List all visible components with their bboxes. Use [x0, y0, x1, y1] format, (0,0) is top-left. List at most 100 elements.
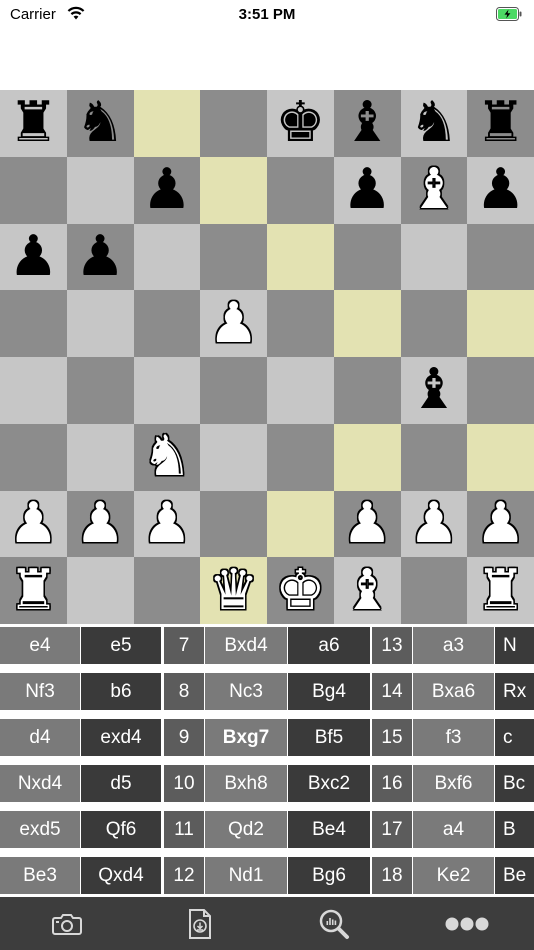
- black-knight-icon[interactable]: ♞: [75, 95, 125, 151]
- square-h1[interactable]: ♜: [467, 557, 534, 624]
- move-cell[interactable]: Bxf6: [413, 765, 494, 802]
- black-pawn-icon[interactable]: ♟: [476, 162, 526, 218]
- white-pawn-icon[interactable]: ♟: [75, 495, 125, 552]
- move-cell[interactable]: exd5: [0, 811, 80, 848]
- white-pawn-icon[interactable]: ♟: [476, 495, 526, 552]
- square-c7[interactable]: ♟: [133, 156, 201, 224]
- move-cell[interactable]: Bxg7: [205, 719, 287, 756]
- square-a8[interactable]: ♜: [0, 90, 67, 157]
- white-king-icon[interactable]: ♚: [275, 562, 325, 619]
- square-h8[interactable]: ♜: [467, 90, 534, 157]
- move-cell[interactable]: a4: [413, 811, 494, 848]
- move-cell[interactable]: Nc3: [205, 673, 287, 710]
- move-cell[interactable]: Qd2: [205, 811, 287, 848]
- square-f1[interactable]: ♝: [333, 557, 401, 624]
- square-b6[interactable]: ♟: [66, 223, 134, 291]
- white-rook-icon[interactable]: ♜: [8, 562, 58, 619]
- black-bishop-icon[interactable]: ♝: [409, 362, 459, 418]
- square-c6[interactable]: [133, 223, 201, 291]
- square-a5[interactable]: [0, 290, 67, 357]
- move-cell[interactable]: Nxd4: [0, 765, 80, 802]
- square-g2[interactable]: ♟: [400, 490, 468, 558]
- move-cell[interactable]: c: [495, 719, 534, 756]
- move-cell[interactable]: Bxd4: [205, 627, 287, 664]
- square-h7[interactable]: ♟: [467, 156, 534, 224]
- square-g4[interactable]: ♝: [400, 357, 468, 424]
- move-cell[interactable]: Qf6: [81, 811, 161, 848]
- square-e1[interactable]: ♚: [267, 557, 334, 624]
- move-cell[interactable]: e4: [0, 627, 80, 664]
- square-b3[interactable]: [66, 423, 134, 491]
- square-b2[interactable]: ♟: [66, 490, 134, 558]
- square-d1[interactable]: ♛: [200, 557, 267, 624]
- square-f6[interactable]: [333, 223, 401, 291]
- move-cell[interactable]: B: [495, 811, 534, 848]
- square-g1[interactable]: [400, 557, 468, 624]
- square-a6[interactable]: ♟: [0, 223, 67, 291]
- square-e6[interactable]: [267, 223, 334, 291]
- move-cell[interactable]: Bg6: [288, 857, 370, 894]
- square-e2[interactable]: [267, 490, 334, 558]
- square-e4[interactable]: [267, 357, 334, 424]
- move-cell[interactable]: Bf5: [288, 719, 370, 756]
- square-b5[interactable]: [66, 290, 134, 357]
- move-cell[interactable]: Be3: [0, 857, 80, 894]
- square-f4[interactable]: [333, 357, 401, 424]
- move-cell[interactable]: Rx: [495, 673, 534, 710]
- square-g3[interactable]: [400, 423, 468, 491]
- black-pawn-icon[interactable]: ♟: [342, 162, 392, 218]
- square-b1[interactable]: [66, 557, 134, 624]
- square-d3[interactable]: [200, 423, 267, 491]
- black-pawn-icon[interactable]: ♟: [8, 228, 58, 285]
- square-h2[interactable]: ♟: [467, 490, 534, 558]
- square-g8[interactable]: ♞: [400, 90, 468, 157]
- white-pawn-icon[interactable]: ♟: [142, 495, 192, 552]
- black-king-icon[interactable]: ♚: [275, 95, 325, 151]
- move-cell[interactable]: N: [495, 627, 534, 664]
- tab-more[interactable]: [401, 897, 534, 950]
- move-cell[interactable]: Be: [495, 857, 534, 894]
- white-pawn-icon[interactable]: ♟: [209, 295, 259, 352]
- black-pawn-icon[interactable]: ♟: [142, 162, 192, 218]
- square-a1[interactable]: ♜: [0, 557, 67, 624]
- square-h3[interactable]: [467, 423, 534, 491]
- move-cell[interactable]: Be4: [288, 811, 370, 848]
- square-c2[interactable]: ♟: [133, 490, 201, 558]
- square-c1[interactable]: [133, 557, 201, 624]
- square-d2[interactable]: [200, 490, 267, 558]
- square-f3[interactable]: [333, 423, 401, 491]
- square-a2[interactable]: ♟: [0, 490, 67, 558]
- move-cell[interactable]: d5: [81, 765, 161, 802]
- square-b8[interactable]: ♞: [66, 90, 134, 157]
- square-b7[interactable]: [66, 156, 134, 224]
- square-b4[interactable]: [66, 357, 134, 424]
- square-h5[interactable]: [467, 290, 534, 357]
- square-f2[interactable]: ♟: [333, 490, 401, 558]
- move-cell[interactable]: Bc: [495, 765, 534, 802]
- white-rook-icon[interactable]: ♜: [476, 562, 526, 619]
- move-cell[interactable]: Nf3: [0, 673, 80, 710]
- square-g5[interactable]: [400, 290, 468, 357]
- square-c4[interactable]: [133, 357, 201, 424]
- square-d8[interactable]: [200, 90, 267, 157]
- move-cell[interactable]: Ke2: [413, 857, 494, 894]
- square-e8[interactable]: ♚: [267, 90, 334, 157]
- white-queen-icon[interactable]: ♛: [209, 562, 259, 619]
- black-bishop-icon[interactable]: ♝: [342, 95, 392, 151]
- square-d6[interactable]: [200, 223, 267, 291]
- white-pawn-icon[interactable]: ♟: [8, 495, 58, 552]
- tab-camera[interactable]: [0, 897, 134, 950]
- white-pawn-icon[interactable]: ♟: [342, 495, 392, 552]
- white-knight-icon[interactable]: ♞: [142, 429, 192, 485]
- square-c8[interactable]: [133, 90, 201, 157]
- square-a3[interactable]: [0, 423, 67, 491]
- square-d7[interactable]: [200, 156, 267, 224]
- chess-board[interactable]: ♜ ♞ ♚ ♝ ♞ ♜ ♟ ♟ ♝ ♟ ♟ ♟ ♟ ♝ ♞ ♟ ♟ ♟ ♟ ♟ ♟ ♜ ♛ ♚ ♝ ♜: [0, 90, 534, 624]
- tab-analysis[interactable]: [267, 897, 401, 950]
- square-h6[interactable]: [467, 223, 534, 291]
- square-f5[interactable]: [333, 290, 401, 357]
- black-pawn-icon[interactable]: ♟: [75, 228, 125, 285]
- square-c3[interactable]: ♞: [133, 423, 201, 491]
- square-h4[interactable]: [467, 357, 534, 424]
- move-cell[interactable]: Bxc2: [288, 765, 370, 802]
